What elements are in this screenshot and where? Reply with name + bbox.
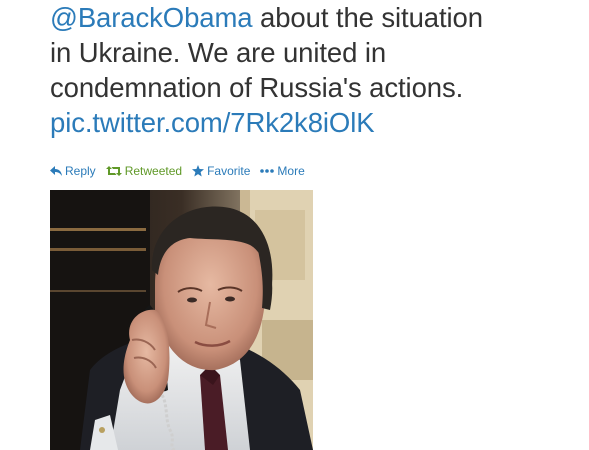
man-on-phone-image (50, 190, 313, 450)
tweet-actions: Reply Retweeted Favorite More (50, 163, 315, 179)
retweet-icon (105, 166, 122, 176)
reply-button[interactable]: Reply (50, 164, 96, 178)
pic-link[interactable]: pic.twitter.com/7Rk2k8iOlK (50, 107, 375, 138)
star-icon (192, 165, 205, 177)
retweeted-label: Retweeted (124, 164, 183, 178)
reply-arrow-icon (50, 166, 62, 176)
tweet-photo[interactable] (50, 190, 313, 450)
more-button[interactable]: More (260, 164, 305, 178)
tweet-text-line-4: pic.twitter.com/7Rk2k8iOlK (50, 105, 570, 140)
tweet-text-line-3: condemnation of Russia's actions. (50, 72, 464, 103)
favorite-button[interactable]: Favorite (192, 164, 250, 178)
tweet-text: ... @BarackObama about the situation in … (50, 0, 570, 140)
ellipsis-icon (260, 169, 275, 173)
favorite-label: Favorite (207, 164, 251, 178)
tweet: ... @BarackObama about the situation in … (0, 0, 589, 450)
mention-link[interactable]: @BarackObama (50, 2, 253, 33)
tweet-text-segment: about the situation (252, 2, 483, 33)
reply-label: Reply (65, 164, 96, 178)
tweet-text-line-2: in Ukraine. We are united in (50, 37, 387, 68)
retweeted-button[interactable]: Retweeted (105, 164, 183, 178)
tweet-text-line-1: @BarackObama about the situation (50, 0, 570, 35)
more-label: More (277, 164, 305, 178)
